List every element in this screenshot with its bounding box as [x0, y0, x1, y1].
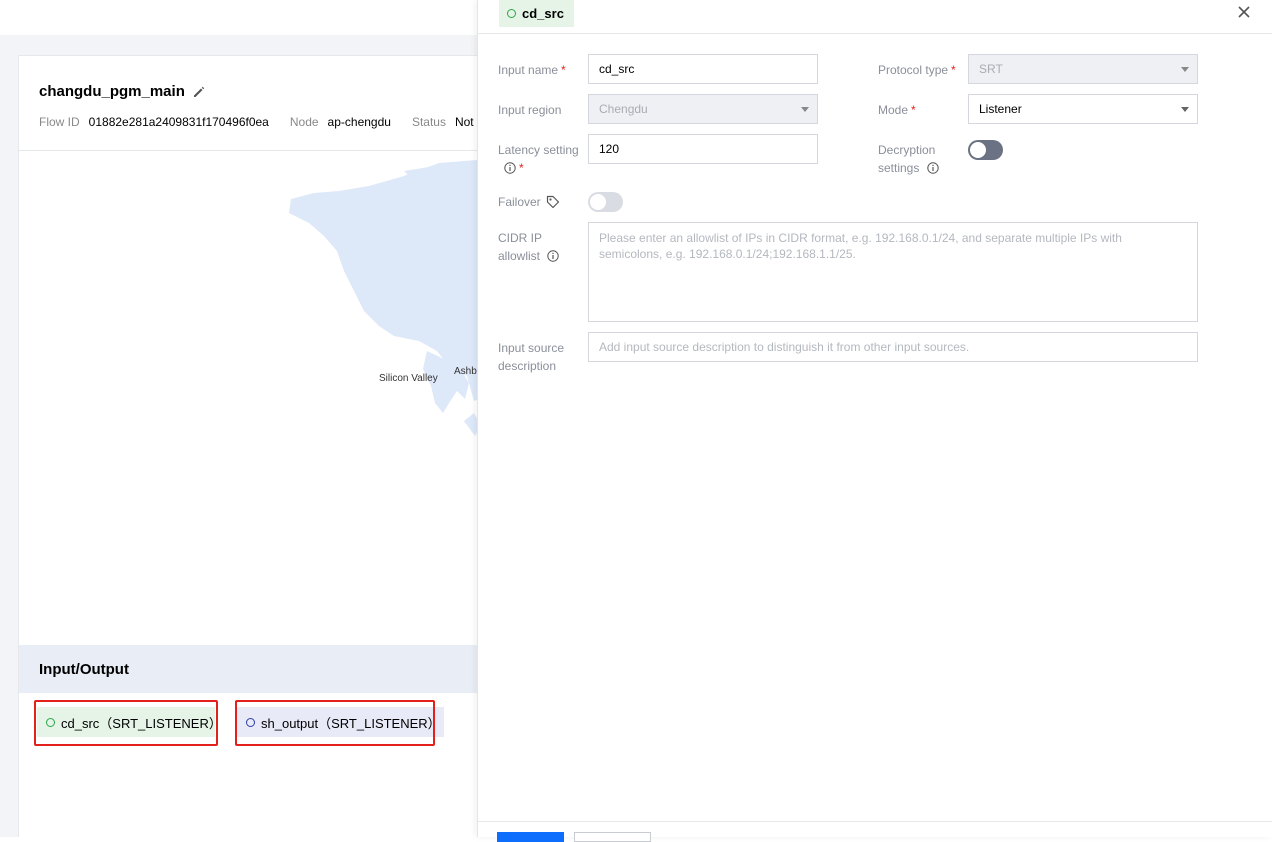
input-name-field[interactable] — [588, 54, 818, 84]
description-label-line1: Input source — [498, 341, 565, 355]
tab-status-dot-icon — [507, 9, 516, 18]
flow-meta-row: Flow ID 01882e281a2409831f170496f0ea Nod… — [39, 115, 507, 129]
latency-label-text: Latency setting — [498, 143, 579, 157]
mode-select[interactable]: Listener — [968, 94, 1198, 124]
required-mark: * — [519, 161, 524, 175]
input-output-header: Input/Output — [19, 645, 489, 693]
node-label: Node — [289, 115, 319, 129]
tag-icon[interactable] — [546, 195, 560, 209]
cidr-label: CIDR IP allowlist — [498, 229, 560, 265]
close-icon[interactable] — [1236, 4, 1252, 20]
node-value: ap-chengdu — [327, 115, 391, 129]
protocol-type-select: SRT — [968, 54, 1198, 84]
latency-label: Latency setting * — [498, 141, 579, 177]
toggle-knob — [590, 194, 606, 210]
mode-label: Mode * — [878, 101, 916, 119]
info-icon[interactable] — [927, 162, 939, 174]
mode-value: Listener — [979, 102, 1022, 116]
drawer-header-divider — [478, 33, 1272, 34]
protocol-type-label: Protocol type * — [878, 61, 956, 79]
decryption-label: Decryption settings — [878, 141, 939, 177]
cidr-allowlist-textarea[interactable] — [588, 222, 1198, 322]
edit-icon[interactable] — [192, 85, 206, 99]
cancel-button[interactable] — [574, 832, 651, 842]
failover-toggle[interactable] — [588, 192, 623, 212]
drawer-tab-title: cd_src — [499, 0, 574, 27]
chevron-down-icon — [1181, 67, 1189, 72]
flow-name: changdu_pgm_main — [39, 83, 185, 100]
world-map[interactable]: Silicon Valley Ashb — [19, 151, 489, 645]
chevron-down-icon — [1181, 107, 1189, 112]
flow-title: changdu_pgm_main — [39, 83, 206, 100]
mode-label-text: Mode — [878, 103, 909, 117]
required-mark: * — [951, 63, 956, 77]
cidr-label-line1: CIDR IP — [498, 231, 543, 245]
flow-id-value: 01882e281a2409831f170496f0ea — [88, 115, 269, 129]
failover-label: Failover — [498, 193, 560, 211]
required-mark: * — [911, 103, 916, 117]
info-icon[interactable] — [547, 250, 560, 262]
drawer-footer-divider — [478, 821, 1272, 822]
flow-id-label: Flow ID — [39, 115, 80, 129]
description-field[interactable] — [588, 332, 1198, 362]
highlight-box-output — [235, 700, 435, 746]
map-label-silicon-valley: Silicon Valley — [379, 373, 438, 384]
input-name-label-text: Input name — [498, 63, 559, 77]
protocol-type-label-text: Protocol type — [878, 63, 949, 77]
cidr-label-line2: allowlist — [498, 249, 541, 263]
protocol-type-value: SRT — [979, 62, 1003, 76]
input-edit-drawer: cd_src Input name* Protocol type* SRT In… — [477, 0, 1272, 837]
input-region-label: Input region — [498, 103, 562, 117]
input-output-title: Input/Output — [39, 661, 129, 678]
input-region-select: Chengdu — [588, 94, 818, 124]
map-label-ashburn: Ashb — [454, 366, 477, 377]
north-america-map-shape — [289, 159, 489, 436]
confirm-button[interactable] — [497, 832, 564, 842]
toggle-knob — [970, 142, 986, 158]
chevron-down-icon — [801, 107, 809, 112]
decryption-label-line1: Decryption — [878, 143, 936, 157]
highlight-box-input — [34, 700, 218, 746]
decryption-toggle[interactable] — [968, 140, 1003, 160]
failover-label-text: Failover — [498, 195, 541, 209]
drawer-title: cd_src — [522, 6, 564, 21]
decryption-label-line2: settings — [878, 161, 920, 175]
info-icon[interactable] — [504, 162, 516, 174]
input-name-label: Input name * — [498, 61, 566, 79]
latency-field[interactable] — [588, 134, 818, 164]
description-label-line2: description — [498, 359, 557, 373]
input-region-value: Chengdu — [599, 102, 648, 116]
required-mark: * — [561, 63, 566, 77]
description-label: Input source description — [498, 339, 564, 375]
status-label: Status — [411, 115, 446, 129]
